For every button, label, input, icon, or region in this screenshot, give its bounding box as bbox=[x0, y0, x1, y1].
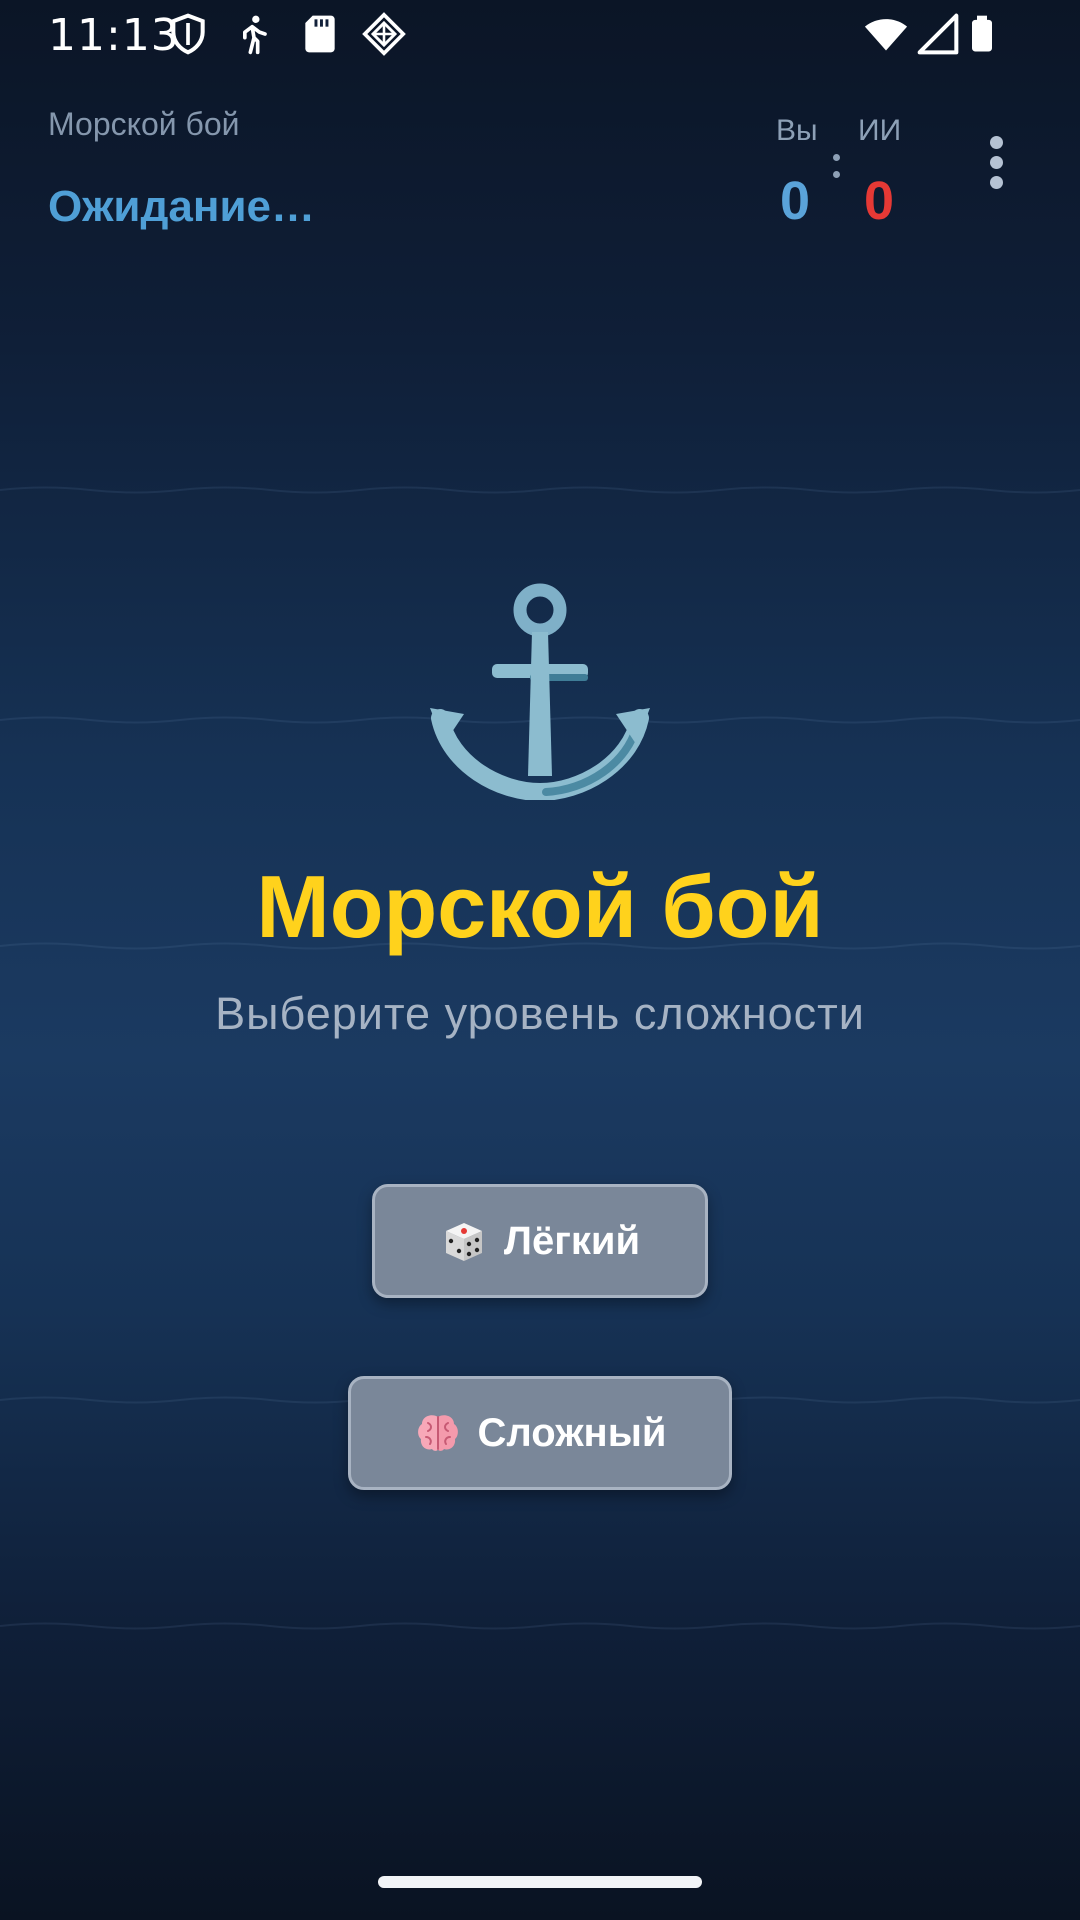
hard-button-label: Сложный bbox=[477, 1410, 667, 1455]
sd-card-icon bbox=[298, 12, 342, 56]
anchor-icon bbox=[430, 580, 650, 800]
hero-subtitle: Выберите уровень сложности bbox=[215, 988, 865, 1039]
easy-button-label: Лёгкий bbox=[503, 1218, 641, 1263]
battery-icon bbox=[962, 12, 1002, 56]
hero-title: Морской бой bbox=[256, 857, 824, 956]
ai-score-value: 0 bbox=[864, 171, 895, 231]
shield-icon bbox=[166, 12, 210, 56]
status-bar: 11:13 bbox=[0, 0, 1080, 72]
wave-divider bbox=[0, 1622, 1080, 1630]
hard-button[interactable]: Сложный bbox=[348, 1376, 732, 1490]
game-status: Ожидание… bbox=[48, 182, 315, 231]
ai-score-label: ИИ bbox=[858, 114, 902, 147]
more-menu-button[interactable] bbox=[976, 136, 1016, 200]
status-time: 11:13 bbox=[48, 10, 180, 61]
app-diamond-icon bbox=[362, 12, 406, 56]
wave-divider bbox=[0, 486, 1080, 494]
more-vert-icon bbox=[989, 136, 1003, 149]
player-score-label: Вы bbox=[776, 114, 818, 147]
wifi-icon bbox=[862, 12, 910, 56]
signal-icon bbox=[916, 12, 960, 56]
dice-icon bbox=[440, 1217, 488, 1265]
score-separator bbox=[833, 154, 841, 184]
player-score-value: 0 bbox=[780, 171, 811, 231]
home-indicator[interactable] bbox=[378, 1876, 702, 1888]
header-subtitle: Морской бой bbox=[48, 106, 240, 142]
easy-button[interactable]: Лёгкий bbox=[372, 1184, 708, 1298]
brain-icon bbox=[414, 1409, 462, 1457]
walking-icon bbox=[232, 12, 276, 56]
